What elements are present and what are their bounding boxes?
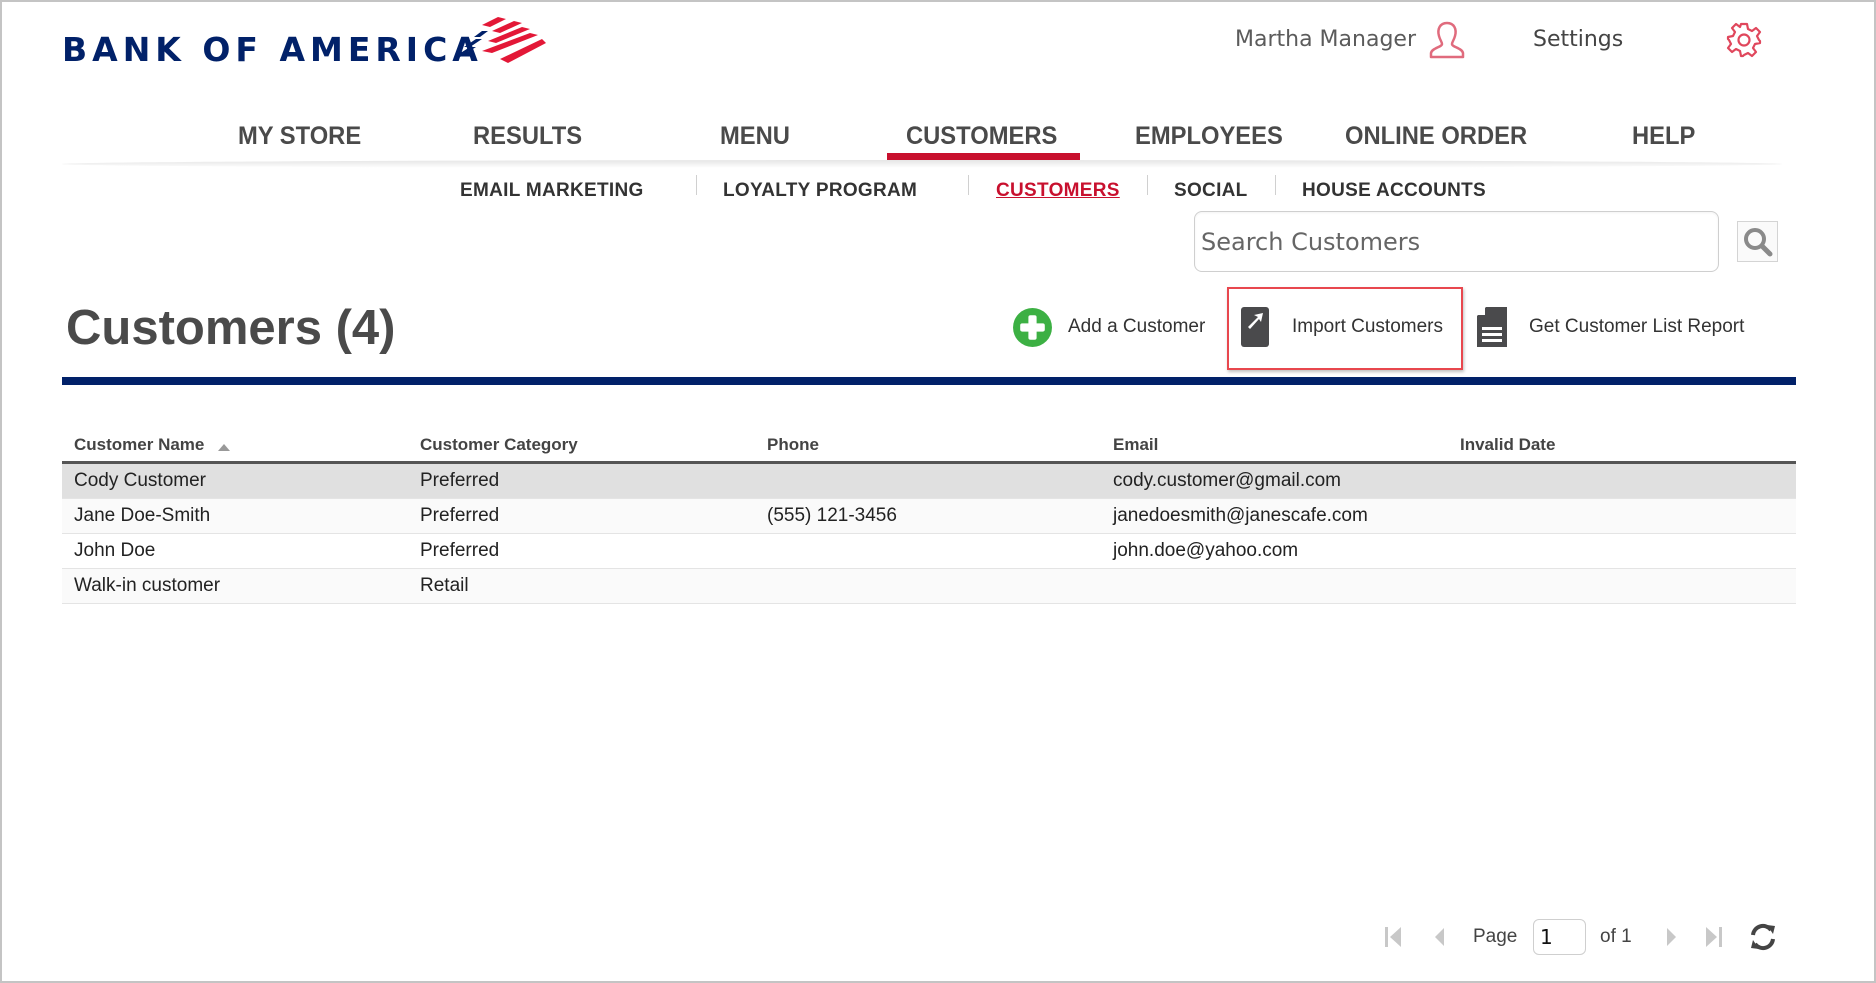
last-page-icon <box>1706 927 1722 947</box>
add-customer-label: Add a Customer <box>1068 316 1206 337</box>
total-pages-label: of 1 <box>1600 926 1632 947</box>
customer-list-report-label: Get Customer List Report <box>1529 316 1745 337</box>
column-header-phone[interactable]: Phone <box>755 435 1101 455</box>
customer-list-report-button[interactable]: Get Customer List Report <box>1477 305 1744 349</box>
last-page-button[interactable] <box>1700 924 1726 950</box>
add-customer-button[interactable]: Add a Customer <box>1012 305 1205 349</box>
main-nav-employees[interactable]: EMPLOYEES <box>1135 121 1283 151</box>
customers-table: Customer Name Customer Category Phone Em… <box>62 428 1796 604</box>
main-nav-menu[interactable]: MENU <box>720 121 790 151</box>
previous-page-button[interactable] <box>1427 924 1453 950</box>
cell-customer-name: Jane Doe-Smith <box>74 505 211 526</box>
person-icon[interactable] <box>1426 20 1468 60</box>
sub-nav-separator <box>1147 175 1148 195</box>
import-customers-label: Import Customers <box>1292 316 1443 337</box>
title-divider <box>62 377 1796 385</box>
cell-email: janedoesmith@janescafe.com <box>1113 505 1368 526</box>
gear-icon[interactable] <box>1724 20 1764 60</box>
cell-customer-category: Preferred <box>420 540 500 561</box>
sub-nav-social[interactable]: SOCIAL <box>1174 179 1248 203</box>
sub-nav-house-accounts[interactable]: HOUSE ACCOUNTS <box>1302 179 1486 203</box>
first-page-button[interactable] <box>1381 924 1407 950</box>
search-button[interactable] <box>1737 221 1778 262</box>
table-row[interactable]: Jane Doe-Smith Preferred (555) 121-3456 … <box>62 499 1796 534</box>
cell-customer-name: John Doe <box>74 540 156 561</box>
table-row[interactable]: Cody Customer Preferred cody.customer@gm… <box>62 464 1796 499</box>
cell-customer-name: Walk-in customer <box>74 575 221 596</box>
plus-circle-icon <box>1013 307 1052 347</box>
cell-customer-category: Preferred <box>420 470 500 491</box>
sub-nav-separator <box>968 175 969 195</box>
settings-link[interactable]: Settings <box>1533 25 1623 55</box>
sub-nav-separator <box>696 175 697 195</box>
cell-customer-category: Preferred <box>420 505 500 526</box>
next-page-icon <box>1667 928 1676 946</box>
refresh-button[interactable] <box>1748 922 1778 952</box>
active-nav-indicator <box>887 153 1080 160</box>
table-row[interactable]: John Doe Preferred john.doe@yahoo.com <box>62 534 1796 569</box>
cell-customer-name: Cody Customer <box>74 470 206 491</box>
cell-email: cody.customer@gmail.com <box>1113 470 1341 491</box>
column-header-customer-name[interactable]: Customer Name <box>62 435 408 455</box>
main-nav-customers[interactable]: CUSTOMERS <box>906 121 1057 151</box>
column-header-invalid-date[interactable]: Invalid Date <box>1448 435 1796 455</box>
cell-phone: (555) 121-3456 <box>767 505 897 526</box>
table-header: Customer Name Customer Category Phone Em… <box>62 428 1796 464</box>
sub-nav-email-marketing[interactable]: EMAIL MARKETING <box>460 179 644 203</box>
main-nav-my-store[interactable]: MY STORE <box>238 121 361 151</box>
nav-divider <box>62 160 1782 168</box>
column-header-email[interactable]: Email <box>1101 435 1448 455</box>
page-title: Customers (4) <box>66 301 396 355</box>
main-nav-results[interactable]: RESULTS <box>473 121 582 151</box>
main-nav-online-order[interactable]: ONLINE ORDER <box>1345 121 1527 151</box>
next-page-button[interactable] <box>1658 924 1684 950</box>
sub-nav-separator <box>1275 175 1276 195</box>
document-icon <box>1477 307 1507 347</box>
magnifier-icon <box>1743 227 1772 256</box>
main-nav-help[interactable]: HELP <box>1632 121 1695 151</box>
brand-logo-text[interactable]: BANK OF AMERICA <box>62 30 483 70</box>
search-customers-input[interactable] <box>1194 211 1719 272</box>
sort-ascending-icon <box>218 444 231 451</box>
page-label: Page <box>1473 926 1518 947</box>
table-row[interactable]: Walk-in customer Retail <box>62 569 1796 604</box>
refresh-icon <box>1751 923 1775 951</box>
cell-email: john.doe@yahoo.com <box>1113 540 1299 561</box>
current-page-input[interactable] <box>1533 919 1586 955</box>
import-customers-button[interactable]: Import Customers <box>1241 305 1443 349</box>
previous-page-icon <box>1435 928 1444 946</box>
brand-flag-logo-icon[interactable] <box>452 17 546 67</box>
import-icon <box>1241 307 1269 347</box>
user-name[interactable]: Martha Manager <box>1235 25 1416 55</box>
cell-customer-category: Retail <box>420 575 469 596</box>
first-page-icon <box>1385 927 1401 947</box>
sub-nav-customers[interactable]: CUSTOMERS <box>996 179 1120 203</box>
column-header-customer-category[interactable]: Customer Category <box>408 435 755 455</box>
sub-nav-loyalty-program[interactable]: LOYALTY PROGRAM <box>723 179 917 203</box>
